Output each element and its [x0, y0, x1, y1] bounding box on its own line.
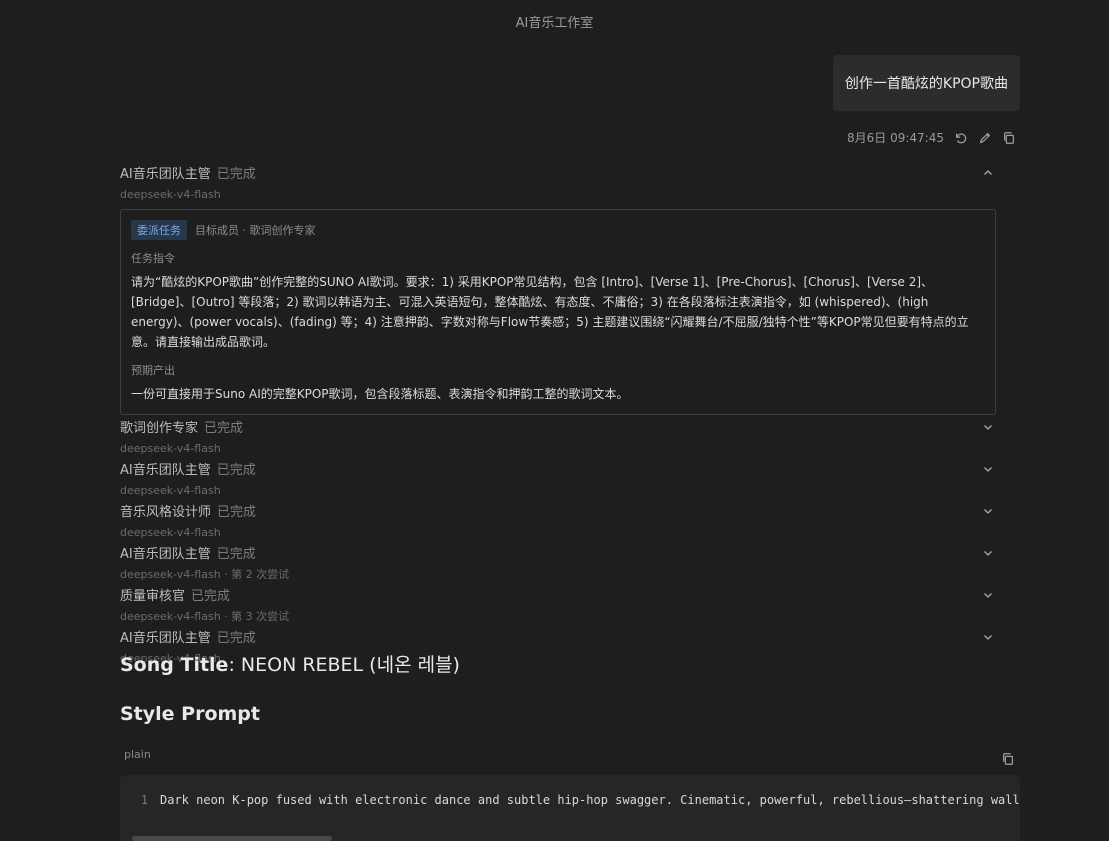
agent-model: deepseek-v4-flash	[120, 484, 221, 497]
chat-page: AI音乐工作室 创作一首酷炫的KPOP歌曲 8月6日 09:47:45 AI音乐…	[0, 0, 1109, 841]
agent-name: AI音乐团队主管	[120, 167, 211, 182]
output-text: 一份可直接用于Suno AI的完整KPOP歌词，包含段落标题、表演指令和押韵工整…	[131, 387, 629, 401]
agent-model: deepseek-v4-flash	[120, 442, 221, 455]
output-label: 预期产出	[131, 364, 175, 377]
agent-row[interactable]: 音乐风格设计师 已完成 deepseek-v4-flash	[120, 503, 996, 545]
instruction-text: 请为“酷炫的KPOP歌曲”创作完整的SUNO AI歌词。要求：1) 采用KPOP…	[131, 275, 969, 349]
agent-name: 歌词创作专家	[120, 421, 199, 436]
chevron-down-icon[interactable]	[982, 421, 994, 433]
agent-model: deepseek-v4-flash · 第 2 次尝试	[120, 568, 290, 581]
user-message-bubble: 创作一首酷炫的KPOP歌曲	[832, 55, 1020, 111]
chevron-up-icon[interactable]	[982, 167, 994, 179]
agent-status: 已完成	[217, 505, 257, 520]
chevron-down-icon[interactable]	[982, 589, 994, 601]
agent-status: 已完成	[204, 421, 244, 436]
code-text: Dark neon K-pop fused with electronic da…	[160, 793, 1020, 807]
agent-status: 已完成	[216, 463, 256, 478]
line-number: 1	[140, 793, 148, 807]
agent-row[interactable]: 质量审核官 已完成 deepseek-v4-flash · 第 3 次尝试	[120, 587, 996, 629]
agent-status: 已完成	[191, 589, 231, 604]
song-title: Song Title: NEON REBEL (네온 레블)	[120, 650, 460, 677]
song-title-separator: :	[228, 654, 235, 676]
chevron-down-icon[interactable]	[982, 631, 994, 643]
message-meta: 8月6日 09:47:45	[847, 129, 1016, 146]
agent-row[interactable]: AI音乐团队主管 已完成 deepseek-v4-flash · 第 2 次尝试	[120, 545, 996, 587]
agent-name: AI音乐团队主管	[120, 463, 211, 478]
agent-name: 音乐风格设计师	[120, 505, 212, 520]
code-copy-icon[interactable]	[1001, 752, 1015, 766]
agent-name: AI音乐团队主管	[120, 547, 211, 562]
code-line: 1 Dark neon K-pop fused with electronic d…	[120, 793, 1020, 807]
agent-list: AI音乐团队主管 已完成 deepseek-v4-flash 委派任务 目标成员…	[120, 165, 996, 671]
task-card: 委派任务 目标成员 · 歌词创作专家 任务指令 请为“酷炫的KPOP歌曲”创作完…	[120, 209, 996, 415]
agent-row[interactable]: AI音乐团队主管 已完成 deepseek-v4-flash	[120, 461, 996, 503]
regenerate-icon[interactable]	[954, 131, 968, 145]
chevron-down-icon[interactable]	[982, 547, 994, 559]
agent-status: 已完成	[216, 167, 256, 182]
instruction-label: 任务指令	[131, 252, 175, 265]
song-title-label: Song Title	[120, 654, 229, 676]
agent-model: deepseek-v4-flash	[120, 188, 221, 201]
agent-name: AI音乐团队主管	[120, 631, 211, 646]
agent-name: 质量审核官	[120, 589, 186, 604]
horizontal-scrollbar[interactable]	[132, 836, 332, 841]
agent-status: 已完成	[216, 547, 256, 562]
message-timestamp: 8月6日 09:47:45	[847, 131, 944, 145]
edit-icon[interactable]	[978, 131, 992, 145]
task-tag-badge: 委派任务	[131, 220, 187, 240]
chevron-down-icon[interactable]	[982, 463, 994, 475]
code-language-label: plain	[124, 748, 151, 761]
agent-model: deepseek-v4-flash	[120, 526, 221, 539]
agent-status: 已完成	[216, 631, 256, 646]
style-prompt-heading: Style Prompt	[120, 703, 260, 725]
chevron-down-icon[interactable]	[982, 505, 994, 517]
task-target: 目标成员 · 歌词创作专家	[195, 224, 316, 237]
song-title-value: NEON REBEL (네온 레블)	[240, 654, 460, 676]
agent-row[interactable]: 歌词创作专家 已完成 deepseek-v4-flash	[120, 419, 996, 461]
agent-model: deepseek-v4-flash · 第 3 次尝试	[120, 610, 290, 623]
code-block: 1 Dark neon K-pop fused with electronic d…	[120, 775, 1020, 841]
copy-icon[interactable]	[1002, 131, 1016, 145]
agent-row[interactable]: AI音乐团队主管 已完成 deepseek-v4-flash	[120, 165, 996, 207]
app-title: AI音乐工作室	[515, 16, 594, 31]
